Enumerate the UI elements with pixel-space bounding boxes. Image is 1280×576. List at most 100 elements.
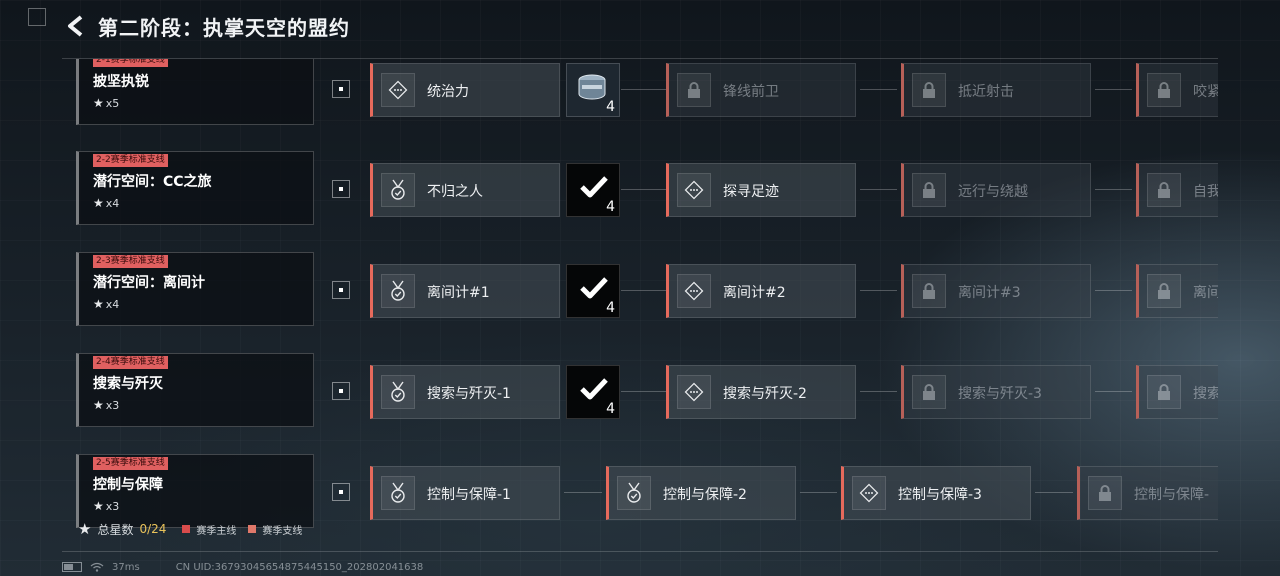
stage-tag: 2-4赛季标准支线 xyxy=(93,356,168,369)
lock-icon xyxy=(1147,375,1181,409)
task-card[interactable]: 离间计#3 xyxy=(901,264,1091,318)
task-name: 不归之人 xyxy=(427,184,483,200)
task-card[interactable]: 控制与保障-1 xyxy=(370,466,560,520)
stage-card[interactable]: 2-5赛季标准支线 控制与保障 ★ x3 xyxy=(76,454,314,528)
task-card[interactable]: 搜索与歼灭-3 xyxy=(901,365,1091,419)
medal-icon xyxy=(381,375,415,409)
checkmark-icon xyxy=(580,277,608,299)
connector-line xyxy=(1035,492,1073,493)
star-icon: ★ xyxy=(93,398,104,412)
medal-icon xyxy=(617,476,651,510)
task-name: 抵近射击 xyxy=(958,84,1014,100)
legend-side-swatch xyxy=(248,525,257,533)
diamond-dots-icon xyxy=(852,476,886,510)
total-stars-value: 0/24 xyxy=(139,522,167,536)
header: 第二阶段：执掌天空的盟约 xyxy=(62,10,350,42)
stage-card[interactable]: 2-2赛季标准支线 潜行空间：CC之旅 ★ x4 xyxy=(76,151,314,225)
stage-row: 2-5赛季标准支线 控制与保障 ★ x3 控制与保障-1 控制与保障-2 控制与保障-3 控制… xyxy=(62,454,1218,530)
task-name: 控制与保障-3 xyxy=(898,487,982,503)
task-card[interactable]: 搜索 xyxy=(1136,365,1218,419)
stage-star-count: x4 xyxy=(105,298,120,311)
star-icon: ★ xyxy=(93,297,104,311)
task-card[interactable]: 统治力 xyxy=(370,63,560,117)
task-card[interactable]: 咬紧 xyxy=(1136,63,1218,117)
stage-tag: 2-5赛季标准支线 xyxy=(93,457,168,470)
stage-star-count: x3 xyxy=(105,399,120,412)
legend-main-label: 赛季主线 xyxy=(196,525,237,537)
lock-icon xyxy=(677,73,711,107)
task-name: 离间计#3 xyxy=(958,285,1021,301)
task-card[interactable]: 控制与保障-3 xyxy=(841,466,1031,520)
lock-icon xyxy=(1147,73,1181,107)
task-card[interactable]: 锋线前卫 xyxy=(666,63,856,117)
task-card[interactable]: 不归之人 xyxy=(370,163,560,217)
task-card[interactable]: 离间计#1 xyxy=(370,264,560,318)
stage-row: 2-1赛季标准支线披坚执锐 ★x5 统治力 锋线前卫 抵近射击 咬紧 4 xyxy=(62,59,1218,127)
connector-line xyxy=(621,89,666,90)
ping-value: 37ms xyxy=(112,561,140,573)
task-card[interactable]: 自我 xyxy=(1136,163,1218,217)
lock-icon xyxy=(1147,274,1181,308)
status-bar: 37ms CN UID:367930456548754451​50_202802… xyxy=(62,560,423,574)
uid-text: CN UID:367930456548754451​50_20280204163… xyxy=(175,561,424,573)
stage-stars: ★ x3 xyxy=(93,398,119,412)
lock-icon xyxy=(912,73,946,107)
stage-stars: ★ x3 xyxy=(93,499,119,513)
reward-slot[interactable]: 4 xyxy=(566,163,620,217)
stage-tag: 2-2赛季标准支线 xyxy=(93,154,168,167)
connector-line xyxy=(1095,89,1132,90)
task-card[interactable]: 抵近射击 xyxy=(901,63,1091,117)
stage-stars: ★ x5 xyxy=(93,96,119,110)
back-button[interactable] xyxy=(62,11,88,41)
back-arrow-icon xyxy=(68,15,83,37)
stage-star-count: x5 xyxy=(105,97,120,110)
lock-icon xyxy=(912,375,946,409)
task-name: 控制与保障- xyxy=(1134,487,1210,503)
stage-card[interactable]: 2-4赛季标准支线 搜索与歼灭 ★ x3 xyxy=(76,353,314,427)
task-name: 搜索与歼灭-3 xyxy=(958,386,1042,402)
connector-line xyxy=(621,290,666,291)
reward-slot[interactable]: 4 xyxy=(566,63,620,117)
connector-line xyxy=(1095,290,1132,291)
stage-name: 搜索与歼灭 xyxy=(93,376,163,392)
diamond-dots-icon xyxy=(677,375,711,409)
connector-node xyxy=(332,281,350,299)
medal-icon xyxy=(381,476,415,510)
stage-name: 披坚执锐 xyxy=(93,74,149,90)
reward-count: 4 xyxy=(606,199,615,215)
stage-star-count: x4 xyxy=(105,197,120,210)
corner-square-icon xyxy=(28,8,46,26)
connector-line xyxy=(1095,189,1132,190)
task-name: 探寻足迹 xyxy=(723,184,779,200)
task-card[interactable]: 离间 xyxy=(1136,264,1218,318)
stage-card[interactable]: 2-1赛季标准支线 披坚执锐 ★ x5 xyxy=(76,59,314,125)
stage-row: 2-3赛季标准支线潜行空间：离间计 ★x4 离间计#1 离间计#2 离间计#3 离间 4 xyxy=(62,252,1218,328)
battery-icon xyxy=(62,562,82,572)
stage-card[interactable]: 2-3赛季标准支线 潜行空间：离间计 ★ x4 xyxy=(76,252,314,326)
stage-stars: ★ x4 xyxy=(93,297,119,311)
reward-count: 4 xyxy=(606,300,615,316)
task-card[interactable]: 远行与绕越 xyxy=(901,163,1091,217)
task-card[interactable]: 探寻足迹 xyxy=(666,163,856,217)
stage-star-count: x3 xyxy=(105,500,120,513)
connector-line xyxy=(564,492,602,493)
connector-line xyxy=(1095,391,1132,392)
reward-slot[interactable]: 4 xyxy=(566,264,620,318)
task-card[interactable]: 搜索与歼灭-1 xyxy=(370,365,560,419)
task-card[interactable]: 离间计#2 xyxy=(666,264,856,318)
star-icon: ★ xyxy=(93,499,104,513)
reward-slot[interactable]: 4 xyxy=(566,365,620,419)
task-name: 离间计#2 xyxy=(723,285,786,301)
connector-line xyxy=(860,189,897,190)
task-card[interactable]: 搜索与歼灭-2 xyxy=(666,365,856,419)
task-card[interactable]: 控制与保障-2 xyxy=(606,466,796,520)
stage-list-panel[interactable]: 2-1赛季标准支线披坚执锐★x5统治力锋线前卫抵近射击咬紧42-2赛季标准支线潜… xyxy=(62,58,1218,552)
task-card[interactable]: 控制与保障- xyxy=(1077,466,1218,520)
diamond-dots-icon xyxy=(677,173,711,207)
connector-line xyxy=(860,89,897,90)
stage-name: 控制与保障 xyxy=(93,477,163,493)
stage-row: 2-4赛季标准支线搜索与歼灭 ★x3 搜索与歼灭-1 搜索与歼灭-2 搜索与歼灭-3 搜索… xyxy=(62,353,1218,429)
stage-name: 潜行空间：离间计 xyxy=(93,275,205,291)
diamond-dots-icon xyxy=(677,274,711,308)
task-name: 咬紧 xyxy=(1193,84,1218,100)
